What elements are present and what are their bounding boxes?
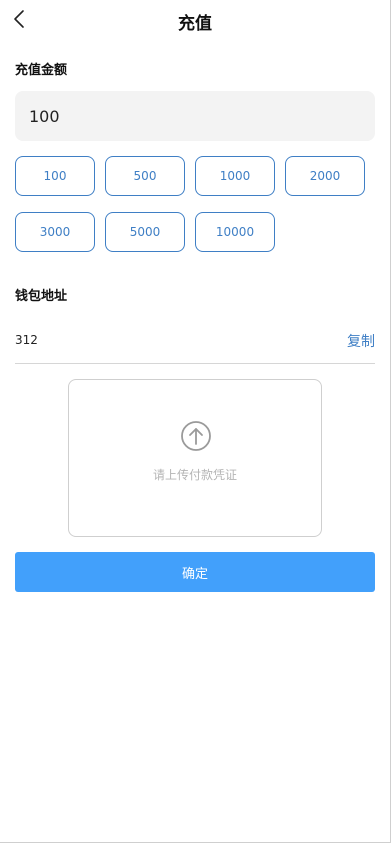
amount-option-3000[interactable]: 3000 <box>15 212 95 252</box>
amount-option-100[interactable]: 100 <box>15 156 95 196</box>
amount-option-1000[interactable]: 1000 <box>195 156 275 196</box>
upload-hint-text: 请上传付款凭证 <box>152 468 237 482</box>
wallet-address-value: 312 <box>15 333 38 347</box>
amount-input[interactable] <box>15 91 375 141</box>
amount-option-2000[interactable]: 2000 <box>285 156 365 196</box>
amount-option-500[interactable]: 500 <box>105 156 185 196</box>
copy-button[interactable]: 复制 <box>347 331 375 351</box>
wallet-section-label: 钱包地址 <box>15 289 68 304</box>
upload-proof-area[interactable]: 请上传付款凭证 <box>68 379 322 537</box>
header-bar: 充值 <box>0 0 390 40</box>
wallet-address-row: 312 复制 <box>15 322 375 364</box>
confirm-button[interactable]: 确定 <box>15 552 375 592</box>
amount-section-label: 充值金额 <box>15 63 68 78</box>
page-title: 充值 <box>178 14 212 34</box>
amount-option-10000[interactable]: 10000 <box>195 212 275 252</box>
upload-arrow-icon <box>181 421 211 451</box>
amount-option-5000[interactable]: 5000 <box>105 212 185 252</box>
